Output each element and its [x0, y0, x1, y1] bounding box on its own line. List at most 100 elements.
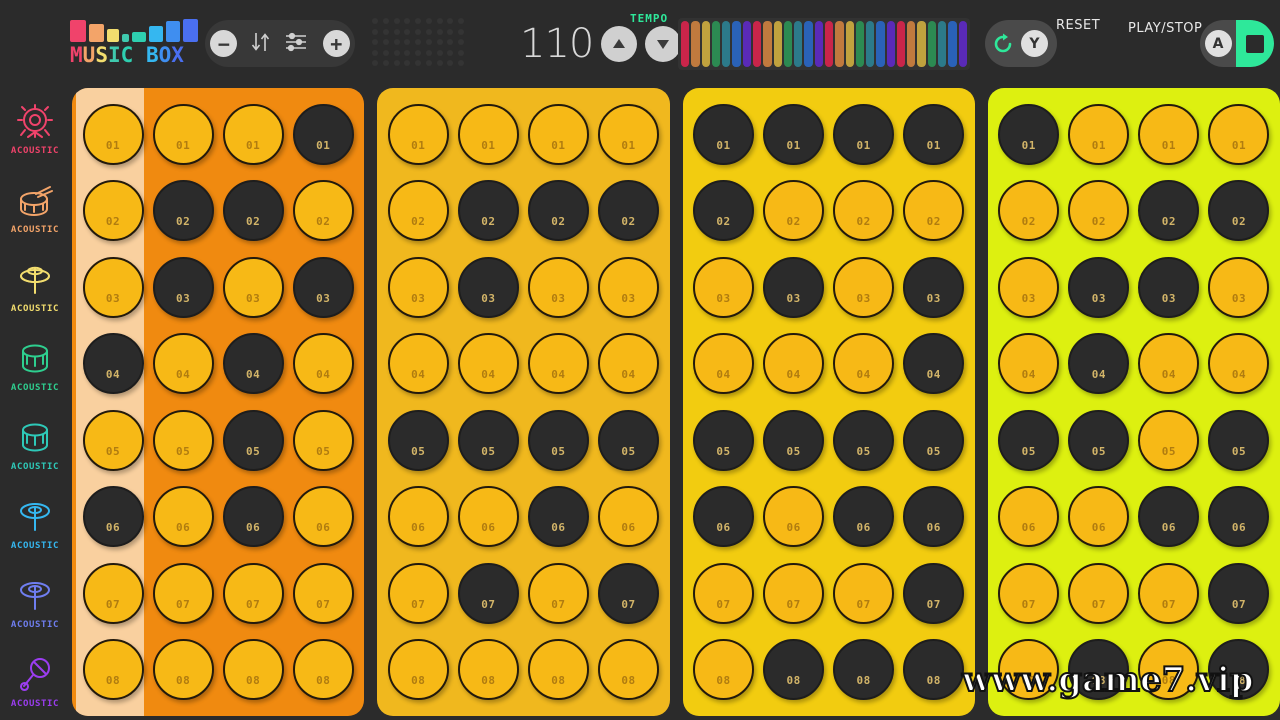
step-pad-bar-2-r8-c2[interactable]: 08: [457, 639, 519, 701]
step-pad-bar-3-r6-c4[interactable]: 06: [903, 486, 965, 548]
step-pad-bar-4-r3-c1[interactable]: 03: [998, 256, 1060, 318]
step-pad-bar-4-r6-c1[interactable]: 06: [998, 486, 1060, 548]
step-pad-bar-3-r4-c3[interactable]: 04: [833, 333, 895, 395]
step-pad-bar-2-r8-c1[interactable]: 08: [387, 639, 449, 701]
step-pad-bar-1-r8-c1[interactable]: 08: [82, 639, 144, 701]
step-pad-bar-3-r3-c1[interactable]: 03: [693, 256, 755, 318]
step-pad-bar-1-r6-c1[interactable]: 06: [82, 486, 144, 548]
step-pad-bar-3-r4-c2[interactable]: 04: [763, 333, 825, 395]
step-pad-bar-1-r2-c2[interactable]: 02: [152, 180, 214, 242]
step-pad-bar-4-r6-c2[interactable]: 06: [1068, 486, 1130, 548]
tempo-increase-button[interactable]: [601, 26, 638, 62]
step-pad-bar-4-r4-c2[interactable]: 04: [1068, 333, 1130, 395]
step-pad-bar-3-r6-c3[interactable]: 06: [833, 486, 895, 548]
step-pad-bar-4-r4-c4[interactable]: 04: [1208, 333, 1270, 395]
step-pad-bar-1-r5-c2[interactable]: 05: [152, 409, 214, 471]
step-pad-bar-3-r3-c3[interactable]: 03: [833, 256, 895, 318]
step-pad-bar-3-r1-c1[interactable]: 01: [693, 103, 755, 165]
sidebar-item-shaker[interactable]: ACOUSTIC: [0, 641, 70, 720]
step-pad-bar-2-r7-c3[interactable]: 07: [527, 562, 589, 624]
step-pad-bar-2-r6-c3[interactable]: 06: [527, 486, 589, 548]
step-pad-bar-2-r5-c3[interactable]: 05: [527, 409, 589, 471]
play-stop-button[interactable]: A: [1200, 20, 1274, 67]
step-pad-bar-3-r6-c1[interactable]: 06: [693, 486, 755, 548]
step-pad-bar-1-r6-c3[interactable]: 06: [222, 486, 284, 548]
step-pad-bar-1-r4-c1[interactable]: 04: [82, 333, 144, 395]
step-pad-bar-4-r4-c3[interactable]: 04: [1138, 333, 1200, 395]
sidebar-item-kick-drum[interactable]: ACOUSTIC: [0, 88, 70, 167]
step-pad-bar-2-r7-c1[interactable]: 07: [387, 562, 449, 624]
step-pad-bar-2-r6-c4[interactable]: 06: [597, 486, 659, 548]
step-pad-bar-4-r1-c3[interactable]: 01: [1138, 103, 1200, 165]
step-pad-bar-2-r4-c1[interactable]: 04: [387, 333, 449, 395]
step-pad-bar-2-r4-c4[interactable]: 04: [597, 333, 659, 395]
a-button-glyph[interactable]: A: [1204, 30, 1232, 57]
step-pad-bar-1-r7-c2[interactable]: 07: [152, 562, 214, 624]
step-pad-bar-3-r4-c1[interactable]: 04: [693, 333, 755, 395]
step-pad-bar-3-r5-c4[interactable]: 05: [903, 409, 965, 471]
sliders-icon[interactable]: [284, 29, 312, 59]
step-pad-bar-2-r1-c1[interactable]: 01: [387, 103, 449, 165]
step-pad-bar-1-r5-c3[interactable]: 05: [222, 409, 284, 471]
step-pad-bar-1-r6-c4[interactable]: 06: [292, 486, 354, 548]
sidebar-item-tom-high[interactable]: ACOUSTIC: [0, 325, 70, 404]
step-pad-bar-1-r3-c1[interactable]: 03: [82, 256, 144, 318]
sidebar-item-snare-drum[interactable]: ACOUSTIC: [0, 167, 70, 246]
step-pad-bar-1-r1-c3[interactable]: 01: [222, 103, 284, 165]
step-pad-bar-3-r3-c4[interactable]: 03: [903, 256, 965, 318]
step-pad-bar-2-r2-c1[interactable]: 02: [387, 180, 449, 242]
step-pad-bar-3-r8-c1[interactable]: 08: [693, 639, 755, 701]
step-pad-bar-2-r2-c4[interactable]: 02: [597, 180, 659, 242]
step-pad-bar-1-r3-c4[interactable]: 03: [292, 256, 354, 318]
step-pad-bar-4-r6-c4[interactable]: 06: [1208, 486, 1270, 548]
step-pad-bar-3-r5-c2[interactable]: 05: [763, 409, 825, 471]
step-pad-bar-4-r5-c3[interactable]: 05: [1138, 409, 1200, 471]
step-pad-bar-1-r4-c3[interactable]: 04: [222, 333, 284, 395]
step-pad-bar-4-r7-c4[interactable]: 07: [1208, 562, 1270, 624]
step-pad-bar-3-r8-c4[interactable]: 08: [903, 639, 965, 701]
add-button[interactable]: +: [322, 30, 350, 57]
remove-button[interactable]: −: [210, 30, 238, 57]
step-pad-bar-4-r8-c4[interactable]: 08: [1208, 639, 1270, 701]
sidebar-item-ride-cymbal[interactable]: ACOUSTIC: [0, 562, 70, 641]
stop-indicator[interactable]: [1236, 20, 1274, 67]
step-pad-bar-2-r5-c1[interactable]: 05: [387, 409, 449, 471]
step-pad-bar-3-r2-c2[interactable]: 02: [763, 180, 825, 242]
step-pad-bar-4-r1-c1[interactable]: 01: [998, 103, 1060, 165]
y-button-glyph[interactable]: Y: [1021, 30, 1048, 57]
step-pad-bar-4-r2-c4[interactable]: 02: [1208, 180, 1270, 242]
step-pad-bar-3-r2-c1[interactable]: 02: [693, 180, 755, 242]
step-pad-bar-3-r7-c2[interactable]: 07: [763, 562, 825, 624]
step-pad-bar-3-r7-c4[interactable]: 07: [903, 562, 965, 624]
step-pad-bar-1-r8-c2[interactable]: 08: [152, 639, 214, 701]
step-pad-bar-2-r1-c4[interactable]: 01: [597, 103, 659, 165]
step-pad-bar-4-r5-c1[interactable]: 05: [998, 409, 1060, 471]
sort-arrows-icon[interactable]: [248, 29, 274, 59]
sidebar-item-tom-low[interactable]: ACOUSTIC: [0, 404, 70, 483]
step-pad-bar-3-r8-c3[interactable]: 08: [833, 639, 895, 701]
step-pad-bar-3-r7-c1[interactable]: 07: [693, 562, 755, 624]
step-pad-bar-2-r6-c2[interactable]: 06: [457, 486, 519, 548]
step-pad-bar-2-r5-c2[interactable]: 05: [457, 409, 519, 471]
step-pad-bar-4-r4-c1[interactable]: 04: [998, 333, 1060, 395]
step-pad-bar-4-r7-c3[interactable]: 07: [1138, 562, 1200, 624]
step-pad-bar-2-r7-c2[interactable]: 07: [457, 562, 519, 624]
step-pad-bar-2-r3-c2[interactable]: 03: [457, 256, 519, 318]
step-pad-bar-2-r8-c3[interactable]: 08: [527, 639, 589, 701]
step-pad-bar-4-r8-c2[interactable]: 08: [1068, 639, 1130, 701]
step-pad-bar-4-r6-c3[interactable]: 06: [1138, 486, 1200, 548]
step-pad-bar-2-r3-c4[interactable]: 03: [597, 256, 659, 318]
step-pad-bar-2-r3-c1[interactable]: 03: [387, 256, 449, 318]
step-pad-bar-3-r2-c4[interactable]: 02: [903, 180, 965, 242]
step-pad-bar-3-r5-c3[interactable]: 05: [833, 409, 895, 471]
step-pad-bar-1-r4-c4[interactable]: 04: [292, 333, 354, 395]
step-pad-bar-4-r2-c3[interactable]: 02: [1138, 180, 1200, 242]
step-pad-bar-2-r8-c4[interactable]: 08: [597, 639, 659, 701]
step-pad-bar-2-r3-c3[interactable]: 03: [527, 256, 589, 318]
sidebar-item-crash-cymbal[interactable]: ACOUSTIC: [0, 483, 70, 562]
step-pad-bar-3-r8-c2[interactable]: 08: [763, 639, 825, 701]
step-pad-bar-1-r1-c1[interactable]: 01: [82, 103, 144, 165]
step-pad-bar-3-r1-c4[interactable]: 01: [903, 103, 965, 165]
step-pad-bar-1-r7-c3[interactable]: 07: [222, 562, 284, 624]
step-pad-bar-2-r2-c3[interactable]: 02: [527, 180, 589, 242]
